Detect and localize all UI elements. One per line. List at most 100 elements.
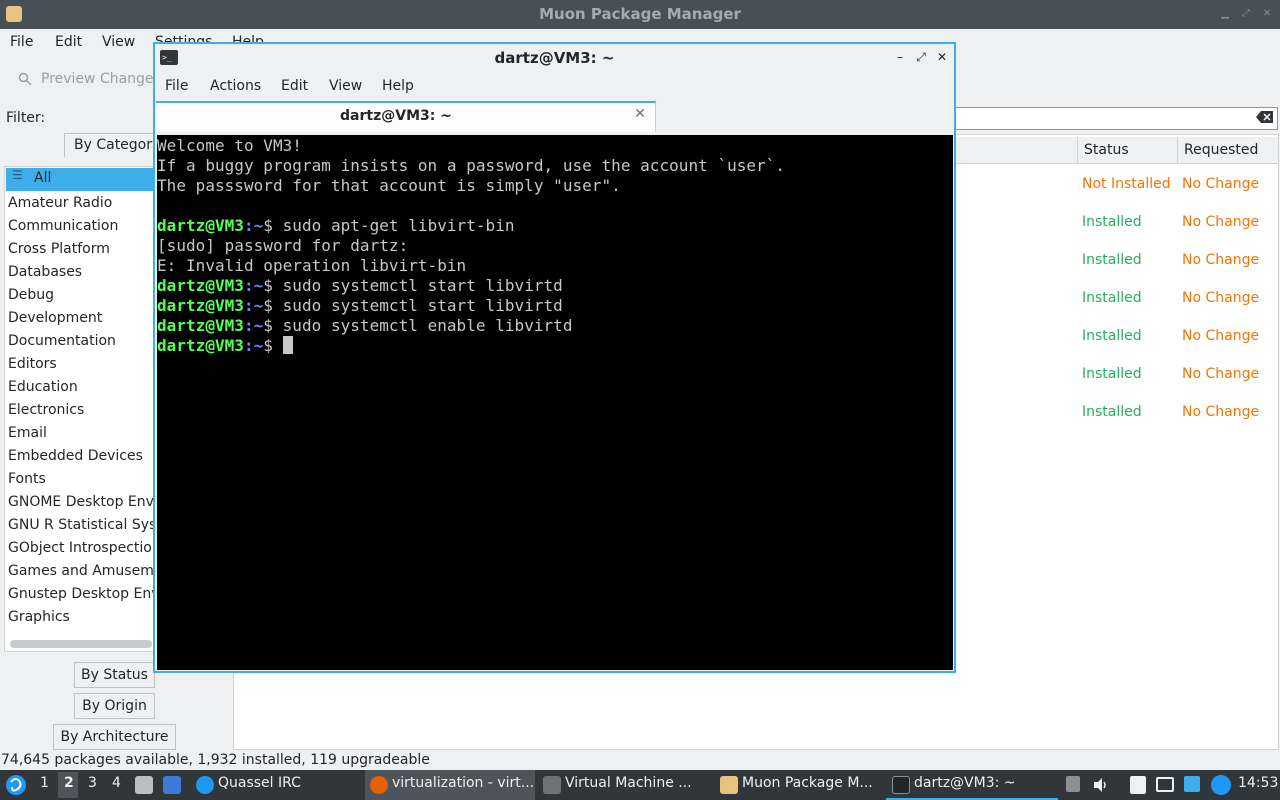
prompt-user: dartz@VM3 bbox=[157, 216, 244, 235]
prompt-path: :~ bbox=[243, 216, 264, 235]
prompt-user: dartz@VM3 bbox=[157, 296, 244, 315]
desktop-3[interactable]: 3 bbox=[88, 775, 97, 791]
category-item[interactable]: Databases bbox=[8, 261, 82, 284]
category-item[interactable]: Fonts bbox=[8, 468, 46, 491]
filter-label: Filter: bbox=[6, 110, 46, 126]
task-firefox[interactable]: virtualization - virt... bbox=[392, 775, 534, 791]
maximize-icon[interactable]: ⤢ bbox=[914, 50, 928, 64]
terminal-menu-edit[interactable]: Edit bbox=[281, 78, 308, 94]
terminal-prompt-line: dartz@VM3:~$ sudo systemctl start libvir… bbox=[157, 276, 563, 296]
category-horizontal-scrollbar[interactable] bbox=[10, 640, 152, 648]
category-item[interactable]: Games and Amuseme bbox=[8, 560, 155, 583]
task-virt-manager[interactable]: Virtual Machine ... bbox=[565, 775, 692, 791]
terminal-menu-actions[interactable]: Actions bbox=[210, 78, 261, 94]
package-requested: No Change bbox=[1182, 328, 1260, 344]
search-input[interactable] bbox=[955, 107, 1278, 130]
task-terminal[interactable]: dartz@VM3: ~ bbox=[914, 775, 1016, 791]
terminal-line: If a buggy program insists on a password… bbox=[157, 156, 786, 175]
category-item[interactable]: Development bbox=[8, 307, 102, 330]
category-all[interactable]: ☰ All bbox=[6, 168, 155, 191]
muon-icon bbox=[720, 776, 738, 794]
lock-icon[interactable] bbox=[1066, 776, 1080, 792]
package-status: Installed bbox=[1082, 252, 1142, 268]
prompt-user: dartz@VM3 bbox=[157, 336, 244, 355]
terminal-menu-help[interactable]: Help bbox=[382, 78, 414, 94]
terminal-line: [sudo] password for dartz: bbox=[157, 236, 409, 255]
category-item[interactable]: Debug bbox=[8, 284, 54, 307]
clear-search-icon[interactable] bbox=[1256, 110, 1274, 124]
tab-by-architecture[interactable]: By Architecture bbox=[53, 724, 176, 750]
category-item[interactable]: Email bbox=[8, 422, 47, 445]
maximize-icon[interactable]: ⤢ bbox=[1240, 8, 1252, 20]
start-menu-icon[interactable] bbox=[5, 774, 27, 796]
column-header-requested[interactable]: Requested bbox=[1177, 137, 1279, 164]
package-status: Installed bbox=[1082, 366, 1142, 382]
menu-view[interactable]: View bbox=[102, 34, 135, 50]
category-item[interactable]: Gnustep Desktop Env bbox=[8, 583, 155, 606]
minimize-icon[interactable]: ▁ bbox=[1219, 8, 1231, 20]
terminal-menu-file[interactable]: File bbox=[165, 78, 188, 94]
terminal-prompt-line: dartz@VM3:~$ sudo systemctl enable libvi… bbox=[157, 316, 573, 336]
file-manager-icon[interactable] bbox=[135, 776, 153, 794]
prompt-path: :~ bbox=[243, 336, 264, 355]
prompt-path: :~ bbox=[243, 296, 264, 315]
virt-manager-icon bbox=[543, 776, 561, 794]
task-muon[interactable]: Muon Package M... bbox=[742, 775, 873, 791]
category-item[interactable]: GNOME Desktop Envi bbox=[8, 491, 155, 514]
notifications-icon[interactable] bbox=[1211, 775, 1231, 795]
terminal-tab-label: dartz@VM3: ~ bbox=[340, 108, 452, 124]
category-item[interactable]: Amateur Radio bbox=[8, 192, 112, 215]
package-requested: No Change bbox=[1182, 366, 1260, 382]
package-status: Installed bbox=[1082, 404, 1142, 420]
terminal-line: The passsword for that account is simply… bbox=[157, 176, 621, 195]
package-status: Not Installed bbox=[1082, 176, 1171, 192]
category-item[interactable]: Embedded Devices bbox=[8, 445, 143, 468]
column-header-status[interactable]: Status bbox=[1077, 137, 1177, 164]
preview-changes-button[interactable]: Preview Changes bbox=[41, 71, 161, 87]
category-item[interactable]: Graphics bbox=[8, 606, 70, 629]
terminal-icon bbox=[892, 776, 910, 794]
category-item[interactable]: GObject Introspection bbox=[8, 537, 155, 560]
close-icon[interactable]: ✕ bbox=[935, 50, 949, 64]
category-item[interactable]: Cross Platform bbox=[8, 238, 110, 261]
category-item[interactable]: Communication bbox=[8, 215, 118, 238]
firefox-icon bbox=[370, 776, 388, 794]
clipboard-icon[interactable] bbox=[1130, 776, 1146, 794]
task-quassel[interactable]: Quassel IRC bbox=[218, 775, 301, 791]
tab-by-status[interactable]: By Status bbox=[74, 662, 155, 688]
list-icon: ☰ bbox=[12, 168, 23, 182]
muon-window-title: Muon Package Manager bbox=[539, 5, 741, 23]
desktop-4[interactable]: 4 bbox=[112, 775, 121, 791]
volume-icon[interactable] bbox=[1092, 776, 1110, 794]
terminal-title: dartz@VM3: ~ bbox=[494, 49, 615, 67]
package-requested: No Change bbox=[1182, 214, 1260, 230]
category-item[interactable]: Electronics bbox=[8, 399, 84, 422]
category-item[interactable]: Documentation bbox=[8, 330, 116, 353]
close-icon[interactable]: ✕ bbox=[1261, 8, 1273, 20]
tab-by-origin[interactable]: By Origin bbox=[74, 693, 155, 719]
clock[interactable]: 14:53 bbox=[1238, 775, 1278, 791]
desktop-2[interactable]: 2 bbox=[64, 775, 74, 791]
updates-icon[interactable] bbox=[1184, 776, 1200, 792]
network-icon[interactable] bbox=[1156, 777, 1174, 792]
close-tab-icon[interactable]: ✕ bbox=[633, 107, 647, 121]
package-requested: No Change bbox=[1182, 404, 1260, 420]
terminal-menu-view[interactable]: View bbox=[329, 78, 362, 94]
status-bar-text: 74,645 packages available, 1,932 install… bbox=[1, 752, 430, 768]
category-label: All bbox=[34, 170, 52, 186]
command-text: sudo systemctl start libvirtd bbox=[282, 296, 563, 315]
terminal-prompt-line: dartz@VM3:~$ bbox=[157, 336, 293, 356]
prompt-symbol: $ bbox=[263, 296, 283, 315]
menu-edit[interactable]: Edit bbox=[55, 34, 82, 50]
show-desktop-icon[interactable] bbox=[163, 776, 181, 794]
category-item[interactable]: Editors bbox=[8, 353, 57, 376]
tab-by-category-label: By Category bbox=[74, 137, 161, 153]
desktop-1[interactable]: 1 bbox=[40, 775, 49, 791]
category-item[interactable]: GNU R Statistical Syst bbox=[8, 514, 155, 537]
category-item[interactable]: Education bbox=[8, 376, 78, 399]
menu-file[interactable]: File bbox=[10, 34, 33, 50]
prompt-symbol: $ bbox=[263, 316, 283, 335]
package-requested: No Change bbox=[1182, 176, 1260, 192]
search-icon bbox=[18, 72, 32, 86]
minimize-icon[interactable]: – bbox=[893, 50, 907, 64]
